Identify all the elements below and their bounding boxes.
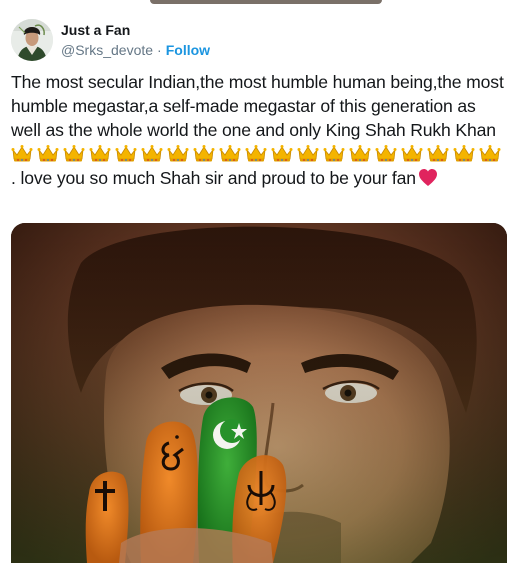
crown-emoji-icon [141, 144, 163, 163]
crown-emoji-icon [37, 144, 59, 163]
crown-emoji-icon [453, 144, 475, 163]
media-edge-bar [150, 0, 382, 4]
crown-emoji-icon [63, 144, 85, 163]
crown-emoji-icon [245, 144, 267, 163]
crown-emoji-icon [271, 144, 293, 163]
crown-emoji-icon [219, 144, 241, 163]
crown-emoji-icon [323, 144, 345, 163]
tweet-text: The most secular Indian,the most humble … [11, 70, 507, 190]
author-handle[interactable]: @Srks_devote [61, 42, 153, 58]
tweet-media-image[interactable] [11, 223, 507, 563]
tweet-header: Just a Fan @Srks_devote · Follow [11, 16, 210, 64]
crown-emoji-icon [427, 144, 449, 163]
crown-emoji-icon [193, 144, 215, 163]
profile-avatar[interactable] [11, 19, 53, 61]
crown-emoji-icon [349, 144, 371, 163]
crown-emoji-icon [297, 144, 319, 163]
crown-emoji-icon [375, 144, 397, 163]
crown-emoji-icon [11, 144, 33, 163]
handle-line: @Srks_devote · Follow [61, 41, 210, 59]
author-display-name[interactable]: Just a Fan [61, 21, 210, 39]
author-names: Just a Fan @Srks_devote · Follow [61, 18, 210, 62]
crown-emoji-group [11, 144, 505, 164]
photo-icon [11, 223, 507, 563]
separator-dot: · [157, 42, 162, 58]
crown-emoji-icon [115, 144, 137, 163]
previous-tweet-media-edge [0, 0, 512, 6]
crown-emoji-icon [401, 144, 423, 163]
follow-button[interactable]: Follow [166, 42, 210, 58]
crown-emoji-icon [89, 144, 111, 163]
avatar-icon [11, 19, 53, 61]
tweet-text-tail: . love you so much Shah sir and proud to… [11, 168, 416, 188]
red-heart-emoji-icon [418, 168, 438, 187]
crown-emoji-icon [479, 144, 501, 163]
crown-emoji-icon [167, 144, 189, 163]
tweet-text-main: The most secular Indian,the most humble … [11, 72, 504, 140]
